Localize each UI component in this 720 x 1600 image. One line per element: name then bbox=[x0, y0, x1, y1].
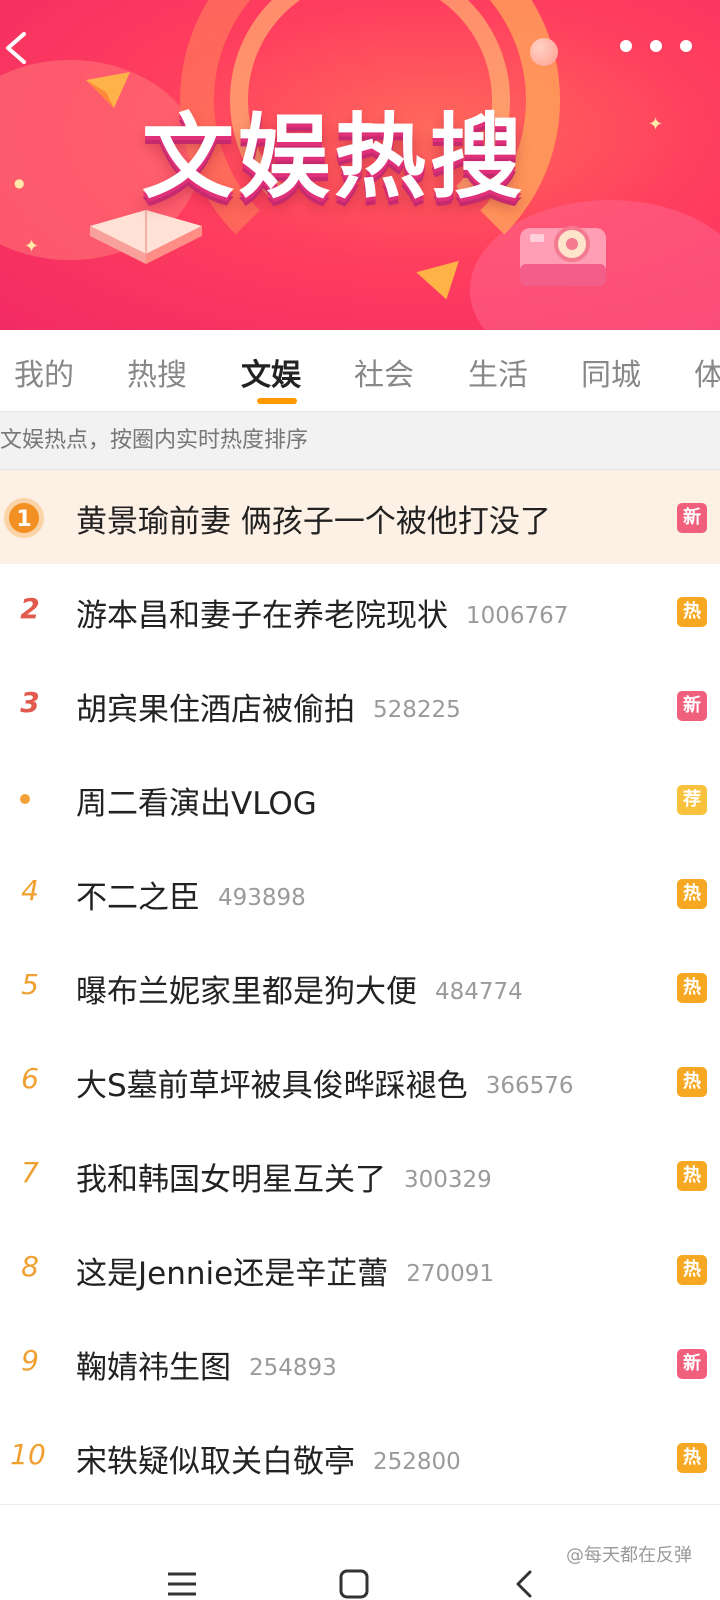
badge-hot: 热 bbox=[677, 1067, 707, 1097]
badge-new: 新 bbox=[677, 691, 707, 721]
heat-count: 493898 bbox=[218, 885, 306, 911]
item-title: 曝布兰妮家里都是狗大便 484774 bbox=[76, 966, 523, 1011]
rank-number: 1 bbox=[16, 507, 31, 532]
promoted-dot-icon bbox=[20, 794, 30, 804]
paper-plane-icon bbox=[86, 72, 130, 108]
list-item[interactable]: 7 我和韩国女明星互关了 300329 热 bbox=[0, 1128, 720, 1223]
badge-hot: 热 bbox=[677, 879, 707, 909]
item-title: 不二之臣 493898 bbox=[76, 872, 306, 917]
badge-hot: 热 bbox=[677, 597, 707, 627]
heat-count: 1006767 bbox=[466, 603, 569, 629]
item-title-text: 我和韩国女明星互关了 bbox=[76, 1162, 386, 1198]
list-item[interactable]: 8 这是Jennie还是辛芷蕾 270091 热 bbox=[0, 1222, 720, 1317]
tab-mine[interactable]: 我的 bbox=[14, 350, 74, 394]
tab-local[interactable]: 同城 bbox=[581, 350, 641, 394]
heat-count: 366576 bbox=[485, 1073, 574, 1099]
item-title-text: 游本昌和妻子在养老院现状 bbox=[76, 598, 448, 634]
rank-1-medal-icon: 1 bbox=[4, 498, 44, 538]
item-title-text: 曝布兰妮家里都是狗大便 bbox=[76, 974, 417, 1010]
sparkle-icon: ✦ bbox=[648, 114, 664, 135]
item-title-text: 鞠婧祎生图 bbox=[76, 1350, 231, 1386]
rank-number: 4 bbox=[21, 874, 39, 907]
rank-number: 5 bbox=[21, 968, 39, 1001]
list-item[interactable]: 2 游本昌和妻子在养老院现状 1006767 热 bbox=[0, 564, 720, 659]
heat-count: 484774 bbox=[435, 979, 523, 1005]
item-title: 周二看演出VLOG bbox=[76, 778, 317, 823]
item-title: 胡宾果住酒店被偷拍 528225 bbox=[76, 684, 461, 729]
item-title: 鞠婧祎生图 254893 bbox=[76, 1342, 337, 1387]
sparkle-icon: ● bbox=[14, 176, 25, 190]
item-title-text: 胡宾果住酒店被偷拍 bbox=[76, 692, 355, 728]
badge-recommended: 荐 bbox=[677, 785, 707, 815]
item-title: 宋轶疑似取关白敬亭 252800 bbox=[76, 1436, 461, 1481]
heat-count: 270091 bbox=[406, 1261, 495, 1287]
badge-hot: 热 bbox=[677, 973, 707, 1003]
rank-number: 2 bbox=[20, 592, 40, 625]
list-item[interactable]: 4 不二之臣 493898 热 bbox=[0, 846, 720, 941]
more-dots-icon[interactable] bbox=[620, 36, 692, 56]
item-title: 我和韩国女明星互关了 300329 bbox=[76, 1154, 492, 1199]
rank-number: 10 bbox=[10, 1438, 46, 1471]
tab-entertainment[interactable]: 文娱 bbox=[241, 350, 301, 394]
list-item[interactable]: 3 胡宾果住酒店被偷拍 528225 新 bbox=[0, 658, 720, 753]
rank-number: 9 bbox=[21, 1344, 39, 1377]
heat-count: 300329 bbox=[404, 1167, 492, 1193]
active-tab-indicator bbox=[257, 398, 297, 404]
item-title-text: 宋轶疑似取关白敬亭 bbox=[76, 1444, 355, 1480]
rank-number: 3 bbox=[20, 686, 40, 719]
tab-society[interactable]: 社会 bbox=[354, 350, 414, 394]
sparkle-icon: ✦ bbox=[24, 236, 40, 257]
category-tabs: 我的 热搜 文娱 社会 生活 同城 体 bbox=[0, 330, 720, 412]
item-title: 黄景瑜前妻 俩孩子一个被他打没了 bbox=[76, 496, 551, 541]
badge-hot: 热 bbox=[677, 1161, 707, 1191]
header-banner: ✦ ✦ ● 文娱热搜 bbox=[0, 0, 720, 330]
heat-count: 528225 bbox=[373, 697, 461, 723]
list-item[interactable]: 6 大S墓前草坪被具俊晔踩褪色 366576 热 bbox=[0, 1034, 720, 1129]
planet-icon bbox=[530, 38, 558, 66]
list-item[interactable]: 5 曝布兰妮家里都是狗大便 484774 热 bbox=[0, 940, 720, 1035]
rank-number: 8 bbox=[21, 1250, 39, 1283]
watermark-text: @每天都在反弹 bbox=[566, 1545, 692, 1566]
badge-hot: 热 bbox=[677, 1443, 707, 1473]
back-chevron-icon[interactable] bbox=[508, 1568, 540, 1600]
list-description: 文娱热点，按圈内实时热度排序 bbox=[0, 412, 720, 470]
heat-count: 254893 bbox=[249, 1355, 337, 1381]
item-title: 大S墓前草坪被具俊晔踩褪色 366576 bbox=[76, 1060, 574, 1105]
menu-icon[interactable] bbox=[166, 1568, 198, 1600]
item-title-text: 周二看演出VLOG bbox=[76, 786, 317, 822]
badge-hot: 热 bbox=[677, 1255, 707, 1285]
list-item[interactable]: 10 宋轶疑似取关白敬亭 252800 热 bbox=[0, 1410, 720, 1505]
home-square-icon[interactable] bbox=[338, 1568, 370, 1600]
tab-sports[interactable]: 体 bbox=[694, 350, 720, 394]
rank-number: 7 bbox=[21, 1156, 39, 1189]
item-title-text: 不二之臣 bbox=[76, 880, 200, 916]
badge-new: 新 bbox=[677, 1349, 707, 1379]
list-item[interactable]: 9 鞠婧祎生图 254893 新 bbox=[0, 1316, 720, 1411]
list-item[interactable]: 周二看演出VLOG 荐 bbox=[0, 752, 720, 847]
rank-number: 6 bbox=[21, 1062, 39, 1095]
list-item[interactable]: 1 黄景瑜前妻 俩孩子一个被他打没了 新 bbox=[0, 470, 720, 565]
banner-title: 文娱热搜 bbox=[142, 104, 527, 211]
item-title: 这是Jennie还是辛芷蕾 270091 bbox=[76, 1248, 494, 1293]
badge-new: 新 bbox=[677, 503, 707, 533]
item-title-text: 大S墓前草坪被具俊晔踩褪色 bbox=[76, 1068, 468, 1104]
heat-count: 252800 bbox=[373, 1449, 461, 1475]
chevron-left-icon[interactable] bbox=[0, 24, 40, 72]
tab-hot-search[interactable]: 热搜 bbox=[127, 350, 187, 394]
tab-life[interactable]: 生活 bbox=[468, 350, 528, 394]
item-title-text: 这是Jennie还是辛芷蕾 bbox=[76, 1256, 389, 1292]
item-title-text: 黄景瑜前妻 俩孩子一个被他打没了 bbox=[76, 504, 551, 540]
camera-icon bbox=[520, 226, 606, 286]
item-title: 游本昌和妻子在养老院现状 1006767 bbox=[76, 590, 568, 635]
